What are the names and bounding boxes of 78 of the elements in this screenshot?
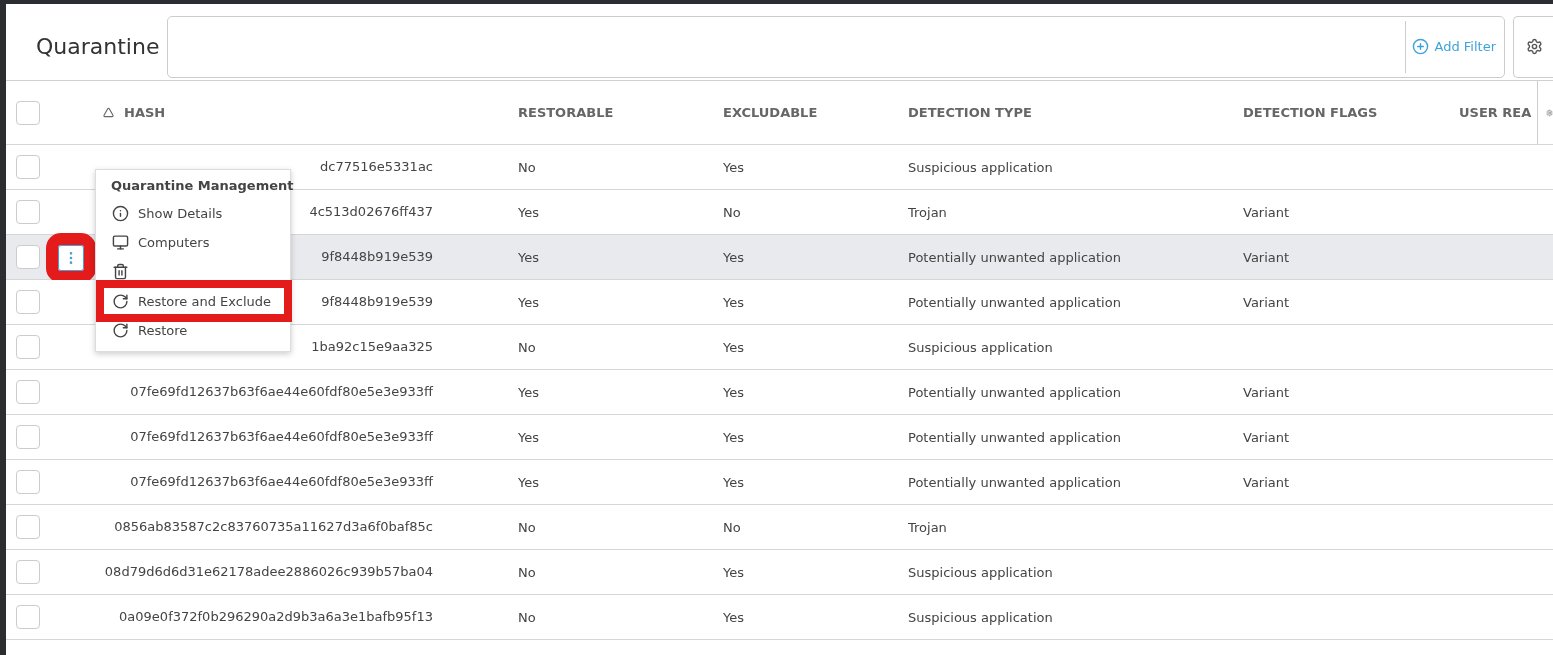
table-cell-text: Variant (1243, 249, 1291, 265)
add-filter-button[interactable]: Add Filter (1404, 20, 1504, 73)
settings-button[interactable] (1513, 15, 1553, 78)
row-checkbox[interactable] (16, 380, 40, 404)
page-title: Quarantine (36, 34, 160, 59)
table-cell-text: Yes (723, 609, 745, 625)
table-cell-text: Potentially unwanted application (908, 249, 1122, 265)
select-all-checkbox[interactable] (16, 100, 40, 125)
table-cell-text: No (518, 519, 537, 535)
column-header[interactable]: USER REA (1459, 105, 1537, 120)
trash-icon (112, 263, 129, 280)
table-cell-text: Yes (518, 294, 540, 310)
table-cell-text: Variant (1243, 384, 1291, 400)
menu-item[interactable]: Show Details (96, 199, 290, 228)
table-cell-text: Potentially unwanted application (908, 429, 1122, 445)
table-cell: 0a09e0f372f0b296290a2d9b3a6a3e1bafb95f13 (119, 609, 433, 625)
row-checkbox[interactable] (16, 245, 40, 269)
table-cell: 0856ab83587c2c83760735a11627d3a6f0baf85c (114, 519, 433, 535)
table-cell-text: Potentially unwanted application (908, 384, 1122, 400)
table-cell-text: Yes (723, 339, 745, 355)
row-checkbox[interactable] (16, 560, 40, 584)
row-checkbox[interactable] (16, 425, 40, 449)
plus-circle-icon (1411, 38, 1429, 55)
table-cell: 08d79d6d6d31e62178adee2886026c939b57ba04 (104, 564, 433, 580)
table-cell-text: Yes (518, 474, 540, 490)
table-cell: 9f8448b919e539 (321, 249, 433, 265)
settings-icon (1526, 38, 1543, 55)
table-cell-text: Yes (723, 249, 745, 265)
table-cell-text: Variant (1243, 429, 1291, 445)
table-cell-text: No (723, 204, 742, 220)
filter-field[interactable]: Add Filter (167, 15, 1505, 78)
table-cell-text: Suspicious application (908, 609, 1054, 625)
row-checkbox[interactable] (16, 200, 40, 224)
table-cell: 07fe69fd12637b63f6ae44e60fdf80e5e3e933ff (130, 384, 433, 400)
table-cell-text: Suspicious application (908, 339, 1054, 355)
table-cell-text: Suspicious application (908, 564, 1054, 580)
column-header[interactable]: HASH (103, 105, 518, 120)
table-cell: 9f8448b919e539 (321, 294, 433, 310)
table-cell-text: Yes (723, 384, 745, 400)
table-cell-text: No (518, 339, 537, 355)
table-cell-text: Yes (518, 204, 540, 220)
table-cell-text: Variant (1243, 294, 1291, 310)
row-checkbox[interactable] (16, 155, 40, 179)
row-checkbox[interactable] (16, 290, 40, 314)
row-checkbox[interactable] (16, 605, 40, 629)
table-cell-text: No (723, 519, 742, 535)
restore-icon (112, 322, 129, 339)
restore-icon (112, 292, 129, 310)
table-cell-text: No (518, 609, 537, 625)
column-header[interactable]: DETECTION FLAGS (1243, 105, 1459, 120)
table-cell-text: Yes (518, 249, 540, 265)
table-cell-text: Yes (723, 294, 745, 310)
row-checkbox[interactable] (16, 470, 40, 494)
table-cell-text: Trojan (908, 519, 948, 535)
table-cell-text: Variant (1243, 474, 1291, 490)
menu-item[interactable]: Computers (96, 228, 290, 257)
row-checkbox[interactable] (16, 335, 40, 359)
table-cell-text: Yes (518, 384, 540, 400)
column-header[interactable]: DETECTION TYPE (908, 105, 1243, 120)
table-cell: 4c513d02676ff437 (309, 204, 433, 220)
sort-icon (103, 107, 114, 118)
table-cell-text: Yes (518, 429, 540, 445)
table-cell-text: Yes (723, 429, 745, 445)
info-icon (112, 205, 129, 222)
table-cell-text: No (518, 564, 537, 580)
table-cell-text: Yes (723, 474, 745, 490)
table-cell-text: Potentially unwanted application (908, 294, 1122, 310)
table-cell-text: Variant (1243, 204, 1291, 220)
table-cell: 1ba92c15e9aa325 (311, 339, 433, 355)
column-header[interactable]: RESTORABLE (518, 105, 723, 120)
row-checkbox[interactable] (16, 515, 40, 539)
table-cell-text: Yes (723, 564, 745, 580)
table-cell-text: Trojan (908, 204, 948, 220)
table-cell: 07fe69fd12637b63f6ae44e60fdf80e5e3e933ff (130, 429, 433, 445)
table-cell-text: Potentially unwanted application (908, 474, 1122, 490)
computer-icon (112, 234, 129, 251)
table-cell: 07fe69fd12637b63f6ae44e60fdf80e5e3e933ff (130, 474, 433, 490)
column-header[interactable]: EXCLUDABLE (723, 105, 908, 120)
